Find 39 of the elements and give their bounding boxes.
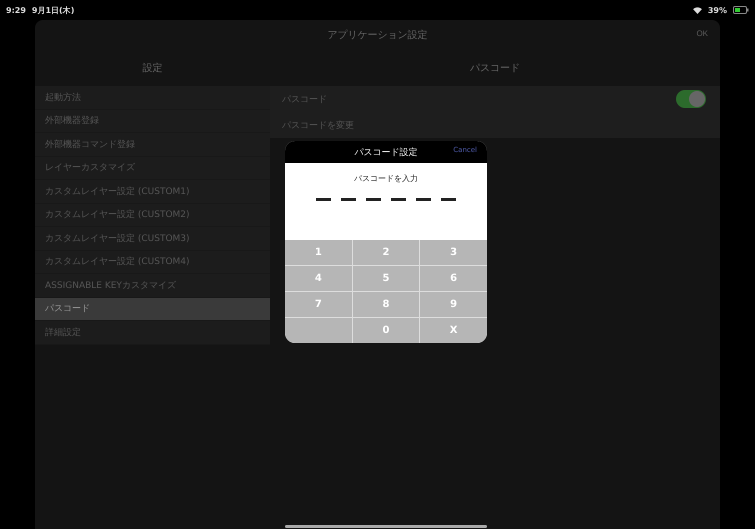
sidebar-item[interactable]: パスコード [35,298,270,321]
wifi-icon [692,6,702,14]
battery-percent: 39% [708,6,727,14]
keypad-key[interactable]: 4 [285,266,352,291]
sidebar-item[interactable]: 起動方法 [35,86,270,110]
keypad-key[interactable]: 5 [352,266,420,291]
status-time: 9:29 [6,6,26,14]
status-date: 9月1日(木) [32,4,74,16]
sidebar-item[interactable]: カスタムレイヤー設定 (CUSTOM1) [35,180,270,204]
keypad-key[interactable]: 8 [352,292,420,317]
dialog-title: パスコード設定 [354,146,418,158]
sheet-title: アプリケーション設定 [328,28,428,42]
battery-icon [733,6,749,14]
digit-placeholder [316,198,331,201]
keypad-key[interactable]: 6 [420,266,487,291]
sidebar-item[interactable]: ASSIGNABLE KEYカスタマイズ [35,274,270,298]
keypad-key[interactable]: 7 [285,292,352,317]
keypad-key[interactable]: X [420,318,487,343]
sidebar-item[interactable]: カスタムレイヤー設定 (CUSTOM2) [35,204,270,227]
digit-placeholder [391,198,406,201]
digit-placeholder [366,198,381,201]
sidebar-item[interactable]: 詳細設定 [35,321,270,344]
sidebar-item[interactable]: 外部機器登録 [35,110,270,133]
sidebar-item[interactable]: レイヤーカスタマイズ [35,156,270,180]
sidebar-header: 設定 [142,62,162,75]
keypad-key[interactable]: 1 [285,240,352,265]
keypad-blank [285,318,352,343]
keypad-key[interactable]: 0 [352,318,420,343]
sidebar-item[interactable]: カスタムレイヤー設定 (CUSTOM4) [35,250,270,274]
digit-placeholder [416,198,431,201]
keypad-key[interactable]: 2 [352,240,420,265]
digit-placeholder [341,198,356,201]
sidebar-item[interactable]: カスタムレイヤー設定 (CUSTOM3) [35,227,270,250]
digit-placeholder [441,198,456,201]
keypad-key[interactable]: 3 [420,240,487,265]
detail-header: パスコード [470,62,520,75]
keypad-key[interactable]: 9 [420,292,487,317]
passcode-toggle[interactable] [676,90,706,108]
dialog-prompt: パスコードを入力 [354,173,418,184]
